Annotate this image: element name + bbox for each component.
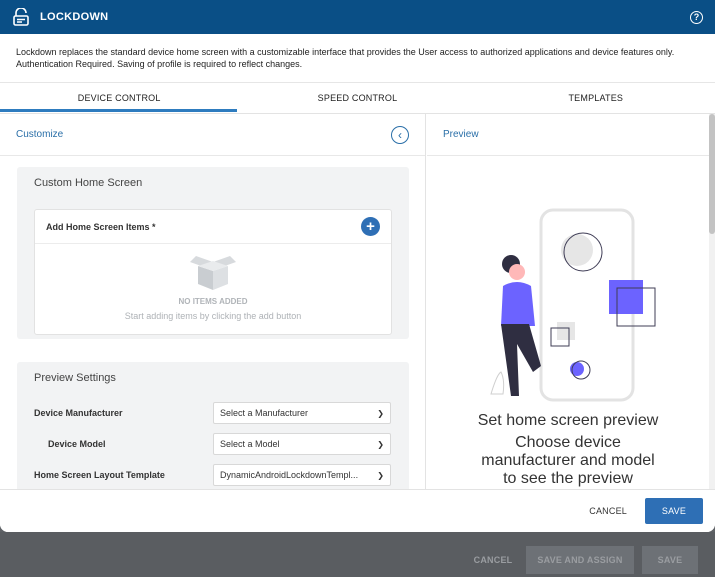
modal-header: LOCKDOWN ? xyxy=(0,0,715,34)
preview-title: Preview xyxy=(443,129,479,140)
collapse-chevron-left-icon[interactable]: ‹ xyxy=(391,125,409,144)
device-manufacturer-row: Device Manufacturer Select a Manufacture… xyxy=(17,402,409,424)
lockdown-logo-icon xyxy=(13,8,29,26)
background-cancel-button: CANCEL xyxy=(473,555,513,565)
empty-state: NO ITEMS ADDED Start adding items by cli… xyxy=(35,244,391,321)
device-manufacturer-select[interactable]: Select a Manufacturer ❯ xyxy=(213,402,391,424)
add-item-plus-icon[interactable]: + xyxy=(361,217,380,236)
tab-templates[interactable]: TEMPLATES xyxy=(477,83,715,112)
preview-settings-title: Preview Settings xyxy=(34,372,116,384)
device-model-select[interactable]: Select a Model ❯ xyxy=(213,433,391,455)
lockdown-modal: LOCKDOWN ? Lockdown replaces the standar… xyxy=(0,0,715,532)
device-manufacturer-label: Device Manufacturer xyxy=(34,408,123,418)
chevron-down-icon: ❯ xyxy=(377,439,384,449)
device-manufacturer-value: Select a Manufacturer xyxy=(220,408,309,418)
save-button[interactable]: SAVE xyxy=(645,498,703,524)
home-screen-items-header: Add Home Screen Items * + xyxy=(35,210,391,244)
customize-title: Customize xyxy=(16,129,64,140)
customize-header: Customize ‹ xyxy=(0,114,425,156)
tab-bar: DEVICE CONTROL SPEED CONTROL TEMPLATES xyxy=(0,82,715,112)
layout-template-select[interactable]: DynamicAndroidLockdownTempl... ❯ xyxy=(213,464,391,486)
home-screen-items-label: Add Home Screen Items * xyxy=(46,221,156,232)
lockdown-description: Lockdown replaces the standard device ho… xyxy=(16,47,675,69)
empty-title: NO ITEMS ADDED xyxy=(178,297,248,306)
layout-template-label: Home Screen Layout Template xyxy=(34,470,165,480)
customize-pane: Customize ‹ Custom Home Screen Add Home … xyxy=(0,114,426,492)
scrollbar-thumb[interactable] xyxy=(709,114,715,234)
preview-heading: Set home screen preview xyxy=(477,412,659,429)
modal-footer: CANCEL SAVE xyxy=(0,489,715,532)
device-model-label: Device Model xyxy=(48,439,106,449)
home-screen-items-card: Add Home Screen Items * + NO ITEMS ADDED xyxy=(34,209,392,335)
tab-device-control[interactable]: DEVICE CONTROL xyxy=(0,83,238,112)
cancel-button[interactable]: CANCEL xyxy=(589,506,627,516)
device-model-row: Device Model Select a Model ❯ xyxy=(17,433,409,455)
empty-box-icon xyxy=(190,256,236,290)
background-save-button: SAVE xyxy=(642,546,698,574)
chevron-down-icon: ❯ xyxy=(377,470,384,480)
active-tab-indicator xyxy=(0,109,237,112)
phone-illustration xyxy=(490,208,656,402)
chevron-down-icon: ❯ xyxy=(377,408,384,418)
modal-title: LOCKDOWN xyxy=(40,11,109,23)
device-model-value: Select a Model xyxy=(220,439,280,449)
empty-hint: Start adding items by clicking the add b… xyxy=(124,311,302,321)
question-circle-icon[interactable]: ? xyxy=(690,10,703,24)
background-save-and-assign-button: SAVE AND ASSIGN xyxy=(526,546,634,574)
custom-home-screen-title: Custom Home Screen xyxy=(34,177,143,189)
modal-body: Customize ‹ Custom Home Screen Add Home … xyxy=(0,113,715,492)
layout-template-value: DynamicAndroidLockdownTempl... xyxy=(220,470,359,480)
layout-template-row: Home Screen Layout Template DynamicAndro… xyxy=(17,464,409,486)
tab-speed-control[interactable]: SPEED CONTROL xyxy=(238,83,476,112)
custom-home-screen-section: Custom Home Screen Add Home Screen Items… xyxy=(17,167,409,339)
preview-scrollbar[interactable] xyxy=(709,114,715,490)
preview-text: Choose device manufacturer and model to … xyxy=(481,434,655,487)
preview-pane: Preview Set home screen preview Choose d… xyxy=(427,114,715,490)
preview-header: Preview xyxy=(427,114,715,156)
